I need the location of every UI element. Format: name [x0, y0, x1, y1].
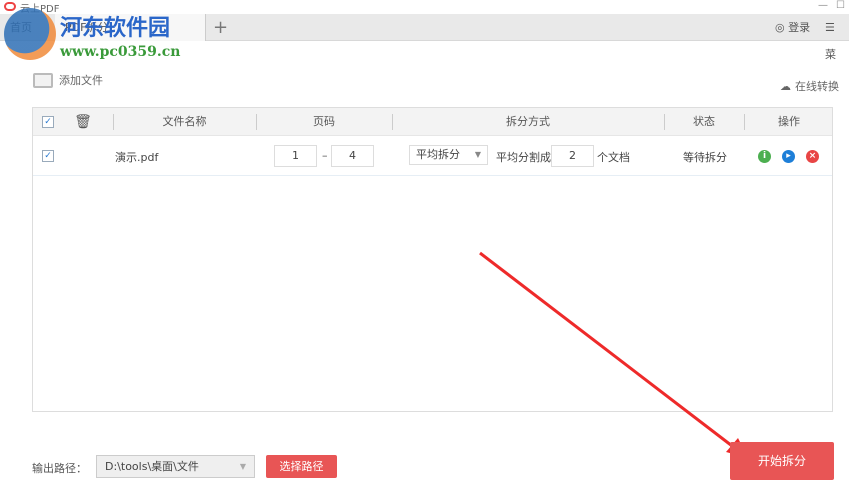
choose-path-button[interactable]: 选择路径	[266, 455, 337, 478]
output-path-label: 输出路径：	[32, 462, 87, 475]
chevron-down-icon: ▼	[239, 462, 246, 471]
annotation-arrow	[479, 251, 748, 458]
output-path-select[interactable]: D:\tools\桌面\文件 ▼	[96, 455, 255, 478]
output-path-value: D:\tools\桌面\文件	[105, 460, 199, 473]
start-split-button[interactable]: 开始拆分	[730, 442, 834, 480]
